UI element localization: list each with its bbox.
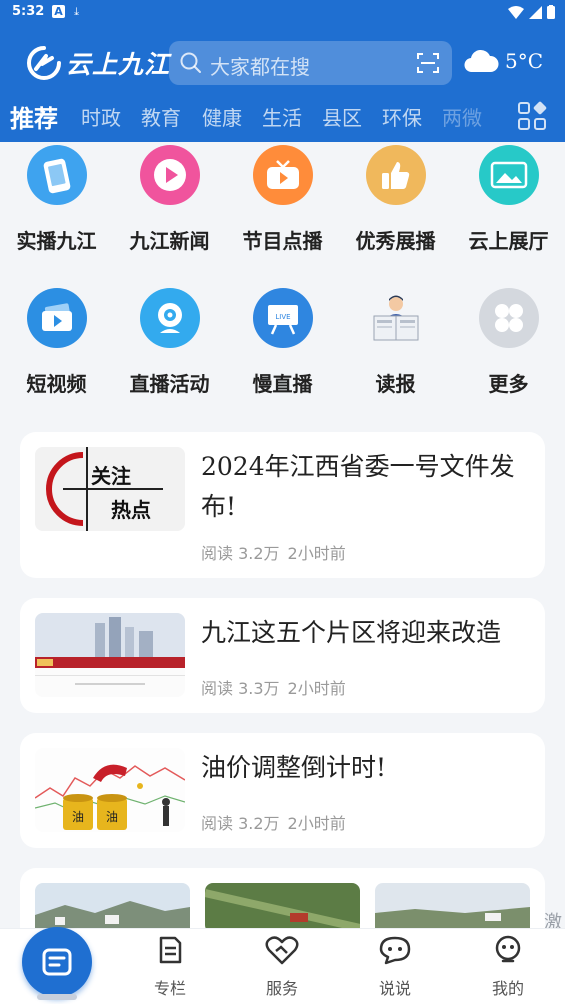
quick-link-read-paper[interactable]: 读报	[339, 288, 452, 397]
weather-temperature: 5°C	[505, 49, 544, 73]
article-meta: 阅读 3.3万 2小时前	[201, 675, 346, 699]
gallery-icon	[478, 145, 539, 205]
thumbnail-text: 油	[72, 810, 84, 824]
quick-link-label: 更多	[488, 372, 529, 396]
app-logo[interactable]: 云上九江	[26, 44, 170, 82]
quick-link-label: 云上展厅	[468, 229, 549, 253]
article-meta: 阅读 3.2万 2小时前	[201, 810, 346, 834]
logo-mark-icon	[27, 46, 61, 80]
handshake-heart-icon	[265, 936, 299, 965]
nav-label: 服务	[265, 979, 298, 998]
quick-link-slow-live[interactable]: LIVE 慢直播	[226, 288, 339, 397]
status-time: 5:32	[12, 4, 45, 19]
download-icon: ⤓	[74, 4, 79, 18]
thumbnail-text: 热点	[111, 498, 151, 522]
scan-icon[interactable]	[416, 51, 440, 75]
cell-signal-icon	[529, 5, 542, 19]
thumbs-up-icon	[365, 145, 426, 205]
svg-text:LIVE: LIVE	[275, 313, 290, 321]
read-count: 阅读 3.2万	[201, 544, 280, 563]
nav-services[interactable]: 服务	[252, 935, 312, 999]
tab-politics[interactable]: 时政	[81, 102, 121, 131]
webcam-icon	[139, 288, 200, 348]
thumbnail-text: 油	[106, 810, 118, 824]
channel-tabs: 推荐 时政 教育 健康 生活 县区 环保 两微	[0, 98, 565, 140]
nav-columns[interactable]: 专栏	[140, 935, 200, 999]
channel-grid-icon[interactable]	[517, 101, 547, 131]
article-thumbnail	[35, 613, 185, 697]
weather-widget[interactable]: 5°C	[463, 48, 543, 74]
publish-time: 2小时前	[287, 679, 346, 698]
thumbnail-text: 关注	[91, 464, 131, 488]
article-title: 2024年江西省委一号文件发布!	[201, 452, 515, 521]
home-indicator	[37, 994, 77, 1000]
quick-link-featured-broadcast[interactable]: 优秀展播	[339, 145, 452, 254]
publish-time: 2小时前	[287, 544, 346, 563]
battery-icon	[547, 5, 555, 19]
wifi-icon	[508, 5, 524, 19]
search-icon	[180, 52, 201, 73]
newspaper-reader-icon	[366, 288, 426, 348]
columns-icon	[159, 936, 182, 964]
phone-icon	[26, 145, 87, 205]
article-card[interactable]: 油 油 油价调整倒计时! 阅读 3.2万 2小时前	[20, 733, 545, 848]
gallery-image	[375, 883, 530, 933]
tab-health[interactable]: 健康	[202, 102, 242, 131]
publish-time: 2小时前	[287, 814, 346, 833]
quick-link-label: 优秀展播	[355, 229, 436, 253]
app-header: 5:32 A ⤓ 云上九江 大家都在搜 5°C 推荐 时政 教育 健康 生活 县…	[0, 0, 565, 142]
chat-bubble-icon	[379, 936, 411, 965]
search-placeholder: 大家都在搜	[210, 55, 310, 79]
nav-home-button[interactable]	[22, 927, 92, 997]
home-news-icon	[42, 948, 72, 976]
quick-link-program-vod[interactable]: 节目点播	[226, 145, 339, 254]
tv-icon	[252, 145, 313, 205]
nav-label: 我的	[491, 979, 524, 998]
quick-link-label: 读报	[375, 372, 416, 396]
video-icon	[26, 288, 87, 348]
nav-label: 说说	[378, 979, 411, 998]
article-title: 九江这五个片区将迎来改造	[201, 618, 502, 647]
live-board-icon: LIVE	[252, 288, 313, 348]
quick-link-live-jiujiang[interactable]: 实播九江	[0, 145, 113, 254]
more-icon	[478, 288, 539, 348]
search-bar[interactable]: 大家都在搜	[169, 41, 452, 85]
quick-link-label: 节目点播	[242, 229, 323, 253]
quick-link-more[interactable]: 更多	[452, 288, 565, 397]
gallery-image	[35, 883, 190, 933]
status-bar: 5:32 A ⤓	[0, 0, 565, 26]
quick-link-label: 实播九江	[16, 229, 97, 253]
quick-link-live-events[interactable]: 直播活动	[113, 288, 226, 397]
tab-environment[interactable]: 环保	[382, 102, 422, 131]
gallery-image	[205, 883, 360, 933]
quick-link-short-video[interactable]: 短视频	[0, 288, 113, 397]
nav-talk[interactable]: 说说	[365, 935, 425, 999]
read-count: 阅读 3.3万	[201, 679, 280, 698]
cloud-icon	[464, 49, 499, 73]
read-count: 阅读 3.2万	[201, 814, 280, 833]
article-meta: 阅读 3.2万 2小时前	[201, 540, 346, 564]
nav-profile[interactable]: 我的	[478, 935, 538, 999]
news-play-icon	[139, 145, 200, 205]
article-thumbnail: 油 油	[35, 748, 185, 832]
profile-face-icon	[495, 935, 521, 963]
tab-life[interactable]: 生活	[262, 102, 302, 131]
tab-counties[interactable]: 县区	[322, 102, 362, 131]
nav-label: 专栏	[153, 979, 186, 998]
logo-text: 云上九江	[66, 50, 171, 79]
tab-recommended[interactable]: 推荐	[10, 99, 58, 134]
quick-link-jiujiang-news[interactable]: 九江新闻	[113, 145, 226, 254]
article-card[interactable]: 关注 热点 2024年江西省委一号文件发布! 阅读 3.2万 2小时前	[20, 432, 545, 578]
article-thumbnail: 关注 热点	[35, 447, 185, 531]
article-card[interactable]: 九江这五个片区将迎来改造 阅读 3.3万 2小时前	[20, 598, 545, 713]
quick-link-label: 九江新闻	[129, 229, 210, 253]
quick-link-label: 短视频	[26, 372, 87, 396]
quick-link-cloud-gallery[interactable]: 云上展厅	[452, 145, 565, 254]
tab-education[interactable]: 教育	[141, 102, 181, 131]
quick-link-label: 慢直播	[252, 372, 313, 396]
tab-social-media[interactable]: 两微	[442, 102, 482, 131]
app-notification-icon: A	[52, 5, 65, 18]
article-title: 油价调整倒计时!	[201, 753, 387, 782]
quick-link-label: 直播活动	[129, 372, 210, 396]
